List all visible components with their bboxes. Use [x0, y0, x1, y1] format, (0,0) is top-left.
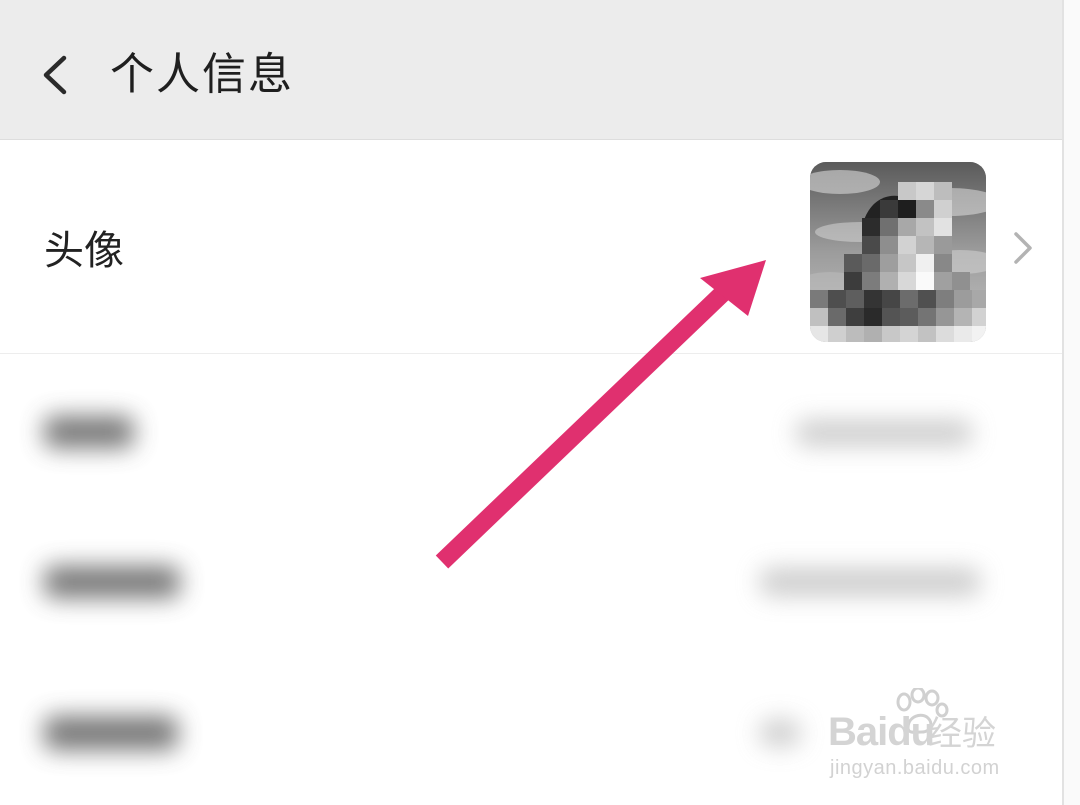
watermark-brand: Baidu [828, 710, 935, 754]
avatar[interactable] [810, 162, 986, 342]
avatar-row[interactable]: 头像 [0, 140, 1062, 354]
blurred-value [760, 568, 980, 596]
blurred-row-id[interactable] [0, 506, 1062, 654]
watermark-brand-cn: 经验 [928, 714, 996, 754]
screen: 个人信息 头像 Baidu 经验 jingyan.baidu.com [0, 0, 1080, 805]
baidu-watermark: Baidu 经验 jingyan.baidu.com [828, 686, 1028, 786]
blurred-label [44, 716, 178, 750]
back-button[interactable] [30, 44, 86, 106]
blurred-label [44, 416, 134, 448]
page-title: 个人信息 [110, 49, 294, 100]
watermark-url: jingyan.baidu.com [830, 757, 1000, 779]
blurred-value [796, 420, 972, 446]
blurred-label [44, 566, 180, 598]
scroll-edge [1062, 0, 1080, 805]
chevron-left-icon [43, 55, 67, 95]
app-header: 个人信息 [0, 0, 1062, 140]
avatar-image [810, 162, 986, 342]
chevron-right-icon [1008, 228, 1038, 268]
blurred-row-nickname[interactable] [0, 358, 1062, 506]
blurred-value [760, 720, 800, 746]
avatar-label: 头像 [44, 228, 124, 274]
